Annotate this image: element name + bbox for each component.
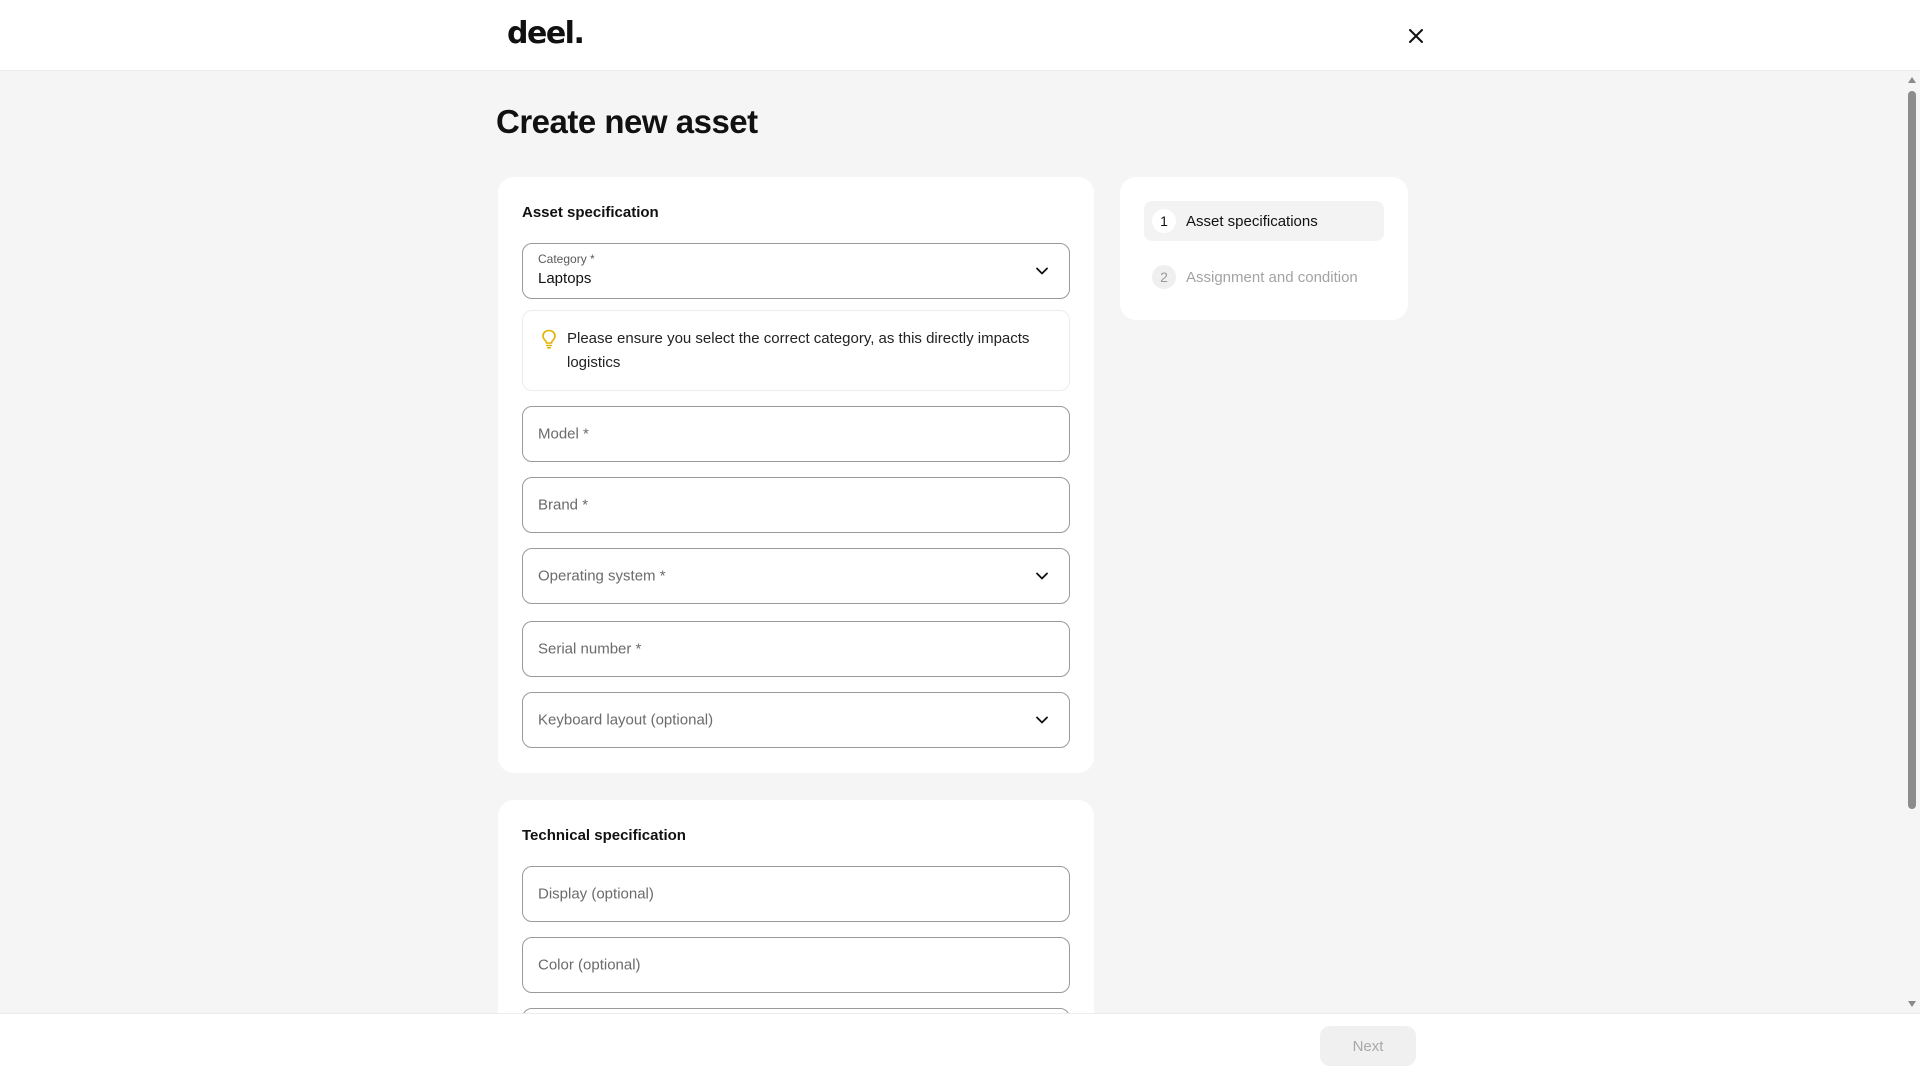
operating-system-placeholder: Operating system * (538, 567, 666, 585)
deel-logo[interactable]: deel. (507, 16, 585, 51)
serial-number-input[interactable]: Serial number * (522, 621, 1070, 677)
chevron-down-icon (1035, 569, 1049, 583)
keyboard-layout-select[interactable]: Keyboard layout (optional) (522, 692, 1070, 748)
operating-system-select[interactable]: Operating system * (522, 548, 1070, 604)
step-label: Assignment and condition (1186, 268, 1358, 286)
category-value: Laptops (538, 270, 592, 287)
display-input[interactable]: Display (optional) (522, 866, 1070, 922)
model-placeholder: Model * (538, 425, 589, 443)
display-placeholder: Display (optional) (538, 885, 654, 903)
step-asset-specifications[interactable]: 1 Asset specifications (1144, 201, 1384, 241)
technical-specification-heading: Technical specification (522, 827, 686, 844)
tip-text: Please ensure you select the correct cat… (567, 330, 1030, 371)
category-label: Category * (538, 252, 595, 266)
step-label: Asset specifications (1186, 212, 1318, 230)
footer-bar: Next (0, 1013, 1920, 1080)
technical-specification-card: Technical specification Display (optiona… (498, 800, 1094, 1013)
step-number: 1 (1152, 209, 1176, 233)
progress-steps-card: 1 Asset specifications 2 Assignment and … (1120, 177, 1408, 320)
scroll-down-arrow-icon[interactable] (1908, 1001, 1916, 1007)
page-title: Create new asset (496, 103, 758, 140)
color-input[interactable]: Color (optional) (522, 937, 1070, 993)
model-input[interactable]: Model * (522, 406, 1070, 462)
color-placeholder: Color (optional) (538, 956, 641, 974)
asset-specification-heading: Asset specification (522, 204, 659, 221)
chevron-down-icon (1035, 264, 1049, 278)
close-button[interactable] (1400, 20, 1432, 52)
category-select[interactable]: Category * Laptops (522, 243, 1070, 299)
chevron-down-icon (1035, 713, 1049, 727)
brand-input[interactable]: Brand * (522, 477, 1070, 533)
lightbulb-icon (542, 329, 556, 349)
main-scroll-area[interactable]: Create new asset Asset specification Cat… (0, 71, 1920, 1013)
close-icon (1409, 29, 1423, 43)
asset-specification-card: Asset specification Category * Laptops P… (498, 177, 1094, 773)
serial-number-placeholder: Serial number * (538, 640, 642, 658)
top-bar: deel. (0, 0, 1920, 71)
scroll-up-arrow-icon[interactable] (1908, 77, 1916, 83)
category-tip: Please ensure you select the correct cat… (522, 310, 1070, 391)
step-assignment-and-condition: 2 Assignment and condition (1144, 257, 1384, 297)
brand-placeholder: Brand * (538, 496, 589, 514)
vertical-scrollbar[interactable] (1904, 71, 1920, 1013)
keyboard-layout-placeholder: Keyboard layout (optional) (538, 711, 714, 729)
next-button[interactable]: Next (1320, 1026, 1416, 1066)
scrollbar-thumb[interactable] (1908, 91, 1916, 809)
step-number: 2 (1152, 265, 1176, 289)
